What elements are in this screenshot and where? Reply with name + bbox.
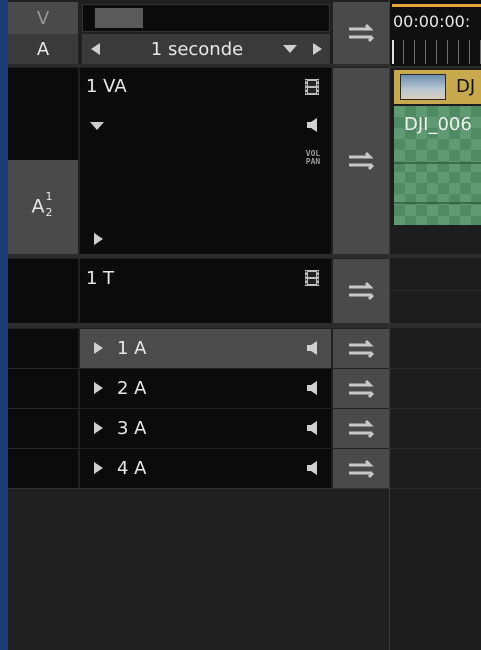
swap-button-3a[interactable] [333, 409, 389, 448]
ruler-top-bar [392, 4, 481, 7]
a-label: A [36, 38, 50, 60]
divider [8, 408, 78, 409]
speaker-icon[interactable] [305, 117, 321, 133]
audio-config-button[interactable]: A12 [8, 160, 78, 254]
divider [390, 448, 481, 449]
track-3a-header[interactable]: 3 A [80, 409, 331, 448]
scale-next-button[interactable] [304, 34, 330, 64]
speaker-icon[interactable] [305, 380, 321, 396]
divider [390, 254, 481, 258]
time-ruler[interactable]: 00:00:00: [390, 0, 481, 66]
thumbnail-placeholder [95, 8, 143, 28]
triangle-right-icon [312, 43, 322, 55]
swap-icon [349, 151, 375, 171]
divider [390, 290, 481, 291]
speaker-icon[interactable] [305, 340, 321, 356]
divider [8, 448, 78, 449]
swap-button-2a[interactable] [333, 369, 389, 408]
scale-value: 1 seconde [150, 38, 244, 60]
triangle-right-icon [94, 462, 103, 474]
triangle-down-icon [283, 45, 297, 53]
speaker-icon[interactable] [305, 420, 321, 436]
divider [390, 368, 481, 369]
divider [390, 408, 481, 409]
divider [390, 66, 481, 68]
speaker-icon[interactable] [305, 460, 321, 476]
divider [390, 488, 481, 489]
audio-waveform-line [394, 162, 481, 164]
divider [8, 64, 390, 67]
track-1a-expand[interactable] [94, 342, 103, 354]
triangle-down-icon [90, 122, 104, 130]
triangle-right-icon [94, 342, 103, 354]
track-3a-expand[interactable] [94, 422, 103, 434]
audio-config-label: A12 [31, 190, 53, 219]
track-1t-header[interactable]: 1 T [80, 259, 331, 323]
audio-clip-label: DJI_006 [404, 114, 472, 135]
audio-patch-column [8, 329, 78, 488]
clip-thumbnail [400, 74, 446, 100]
track-2a-name: 2 A [117, 378, 147, 399]
track-1va-collapse[interactable] [90, 122, 104, 130]
triangle-right-icon [94, 382, 103, 394]
triangle-right-icon [94, 422, 103, 434]
film-icon[interactable] [304, 269, 320, 287]
track-1va-expand[interactable] [94, 233, 103, 245]
track-3a-name: 3 A [117, 418, 147, 439]
timecode-display: 00:00:00: [393, 12, 471, 31]
triangle-left-icon [90, 43, 100, 55]
scale-selector[interactable]: 1 seconde [82, 34, 330, 64]
swap-icon [349, 419, 375, 438]
vol-pan-icon[interactable]: VOL PAN [298, 150, 328, 166]
video-clip-label: DJ [456, 76, 476, 97]
audio-waveform-line [394, 202, 481, 204]
track-1a-name: 1 A [117, 338, 147, 359]
track-4a-expand[interactable] [94, 462, 103, 474]
v-patch-button[interactable]: V [8, 2, 78, 34]
swap-icon [349, 281, 375, 301]
scale-prev-button[interactable] [82, 34, 108, 64]
va-patch-empty [8, 68, 78, 160]
swap-button-1va[interactable] [333, 68, 389, 254]
track-1a-header[interactable]: 1 A [80, 329, 331, 368]
swap-icon [349, 459, 375, 478]
track-2a-header[interactable]: 2 A [80, 369, 331, 408]
track-1t-name: 1 T [86, 268, 115, 289]
divider [8, 488, 390, 489]
a-patch-button[interactable]: A [8, 34, 78, 64]
audio-clip[interactable]: DJI_006 [394, 106, 481, 225]
swap-button-1a[interactable] [333, 329, 389, 368]
swap-button-header[interactable] [333, 2, 389, 64]
divider [8, 254, 390, 258]
v-label: V [36, 7, 50, 29]
film-icon[interactable] [304, 78, 320, 96]
divider [8, 368, 78, 369]
track-2a-expand[interactable] [94, 382, 103, 394]
ruler-ticks [392, 40, 481, 64]
video-clip[interactable]: DJ [394, 70, 481, 104]
divider [8, 323, 390, 328]
track-4a-header[interactable]: 4 A [80, 449, 331, 488]
playhead-marker[interactable] [392, 40, 394, 64]
swap-icon [349, 379, 375, 398]
swap-icon [349, 339, 375, 358]
track-1va-header[interactable]: 1 VA VOL PAN [80, 68, 331, 254]
t-patch-empty [8, 259, 78, 323]
triangle-right-icon [94, 233, 103, 245]
track-name-field[interactable] [82, 4, 330, 32]
left-edge-strip [0, 0, 8, 650]
swap-icon [349, 23, 375, 43]
divider [390, 323, 481, 328]
scale-dropdown-button[interactable] [280, 34, 300, 64]
swap-button-1t[interactable] [333, 259, 389, 323]
track-1va-name: 1 VA [86, 76, 127, 97]
track-4a-name: 4 A [117, 458, 147, 479]
swap-button-4a[interactable] [333, 449, 389, 488]
